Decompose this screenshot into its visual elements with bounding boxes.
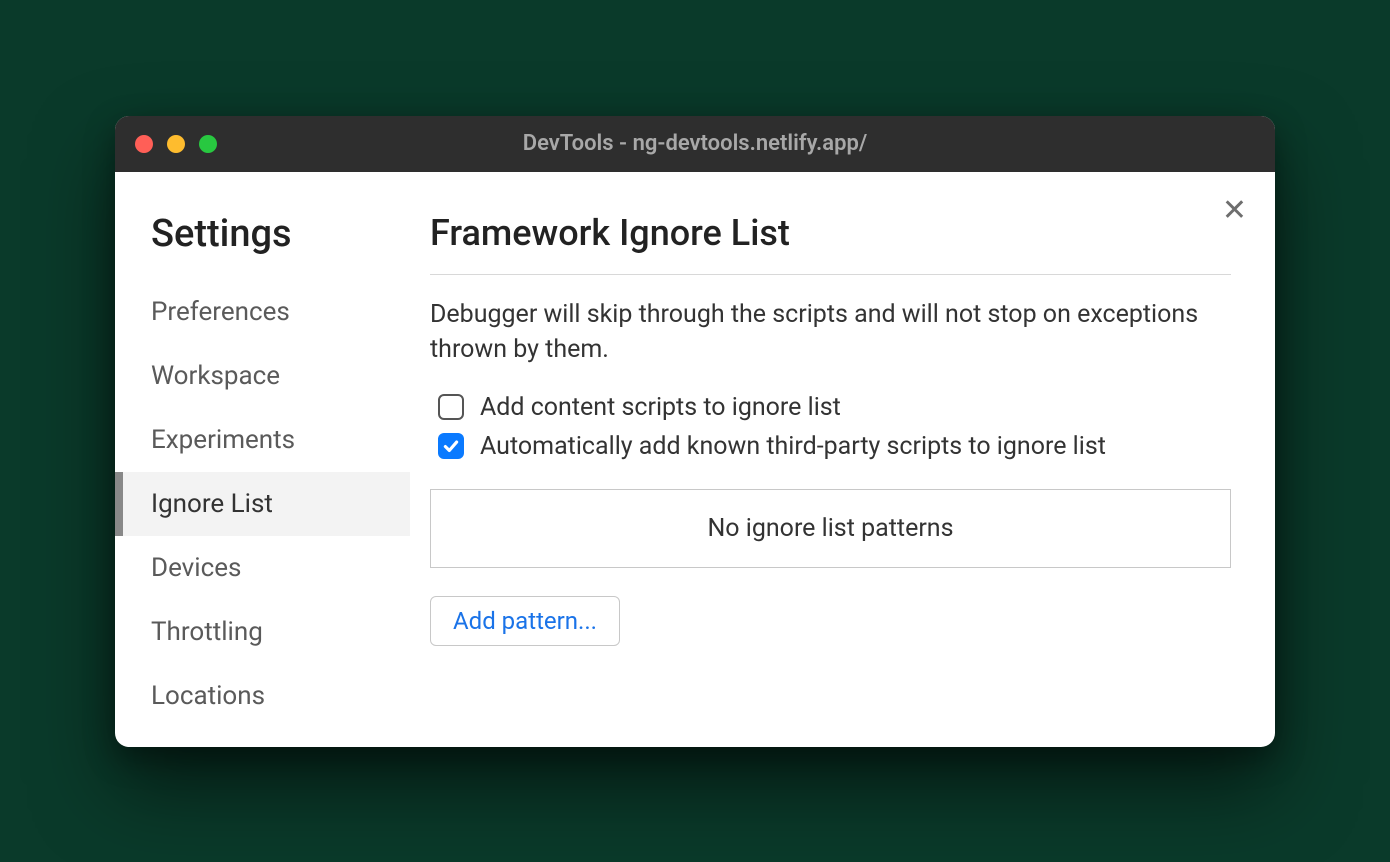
window-title: DevTools - ng-devtools.netlify.app/: [523, 131, 868, 156]
add-pattern-button[interactable]: Add pattern...: [430, 596, 620, 646]
ignore-patterns-list: No ignore list patterns: [430, 489, 1231, 568]
window-minimize-button[interactable]: [167, 135, 185, 153]
checkbox-checked-icon[interactable]: [438, 433, 464, 459]
content-area: ✕ Settings Preferences Workspace Experim…: [115, 172, 1275, 747]
page-title: Framework Ignore List: [430, 212, 1231, 275]
sidebar-item-preferences[interactable]: Preferences: [115, 280, 410, 344]
sidebar-item-ignore-list[interactable]: Ignore List: [115, 472, 410, 536]
sidebar-item-label: Ignore List: [151, 489, 273, 519]
patterns-empty-text: No ignore list patterns: [707, 514, 953, 543]
add-pattern-label: Add pattern...: [453, 607, 597, 635]
checkbox-row-third-party[interactable]: Automatically add known third-party scri…: [430, 432, 1231, 461]
sidebar-item-label: Experiments: [151, 425, 295, 455]
sidebar-item-label: Preferences: [151, 297, 290, 327]
sidebar-item-workspace[interactable]: Workspace: [115, 344, 410, 408]
checkbox-unchecked-icon[interactable]: [438, 394, 464, 420]
checkbox-row-content-scripts[interactable]: Add content scripts to ignore list: [430, 393, 1231, 422]
devtools-settings-window: DevTools - ng-devtools.netlify.app/ ✕ Se…: [115, 116, 1275, 747]
checkmark-icon: [442, 437, 460, 455]
checkbox-label: Automatically add known third-party scri…: [480, 432, 1106, 461]
window-close-button[interactable]: [135, 135, 153, 153]
sidebar-item-locations[interactable]: Locations: [115, 664, 410, 728]
sidebar-title: Settings: [115, 212, 410, 280]
sidebar-item-throttling[interactable]: Throttling: [115, 600, 410, 664]
close-icon[interactable]: ✕: [1222, 196, 1247, 226]
checkbox-label: Add content scripts to ignore list: [480, 393, 841, 422]
titlebar: DevTools - ng-devtools.netlify.app/: [115, 116, 1275, 172]
settings-sidebar: Settings Preferences Workspace Experimen…: [115, 172, 410, 747]
sidebar-item-label: Workspace: [151, 361, 280, 391]
sidebar-item-label: Devices: [151, 553, 241, 583]
sidebar-item-devices[interactable]: Devices: [115, 536, 410, 600]
sidebar-item-experiments[interactable]: Experiments: [115, 408, 410, 472]
window-maximize-button[interactable]: [199, 135, 217, 153]
sidebar-item-label: Locations: [151, 681, 265, 711]
page-description: Debugger will skip through the scripts a…: [430, 297, 1231, 367]
sidebar-item-label: Throttling: [151, 617, 263, 647]
traffic-lights: [135, 135, 217, 153]
main-panel: Framework Ignore List Debugger will skip…: [410, 172, 1275, 747]
